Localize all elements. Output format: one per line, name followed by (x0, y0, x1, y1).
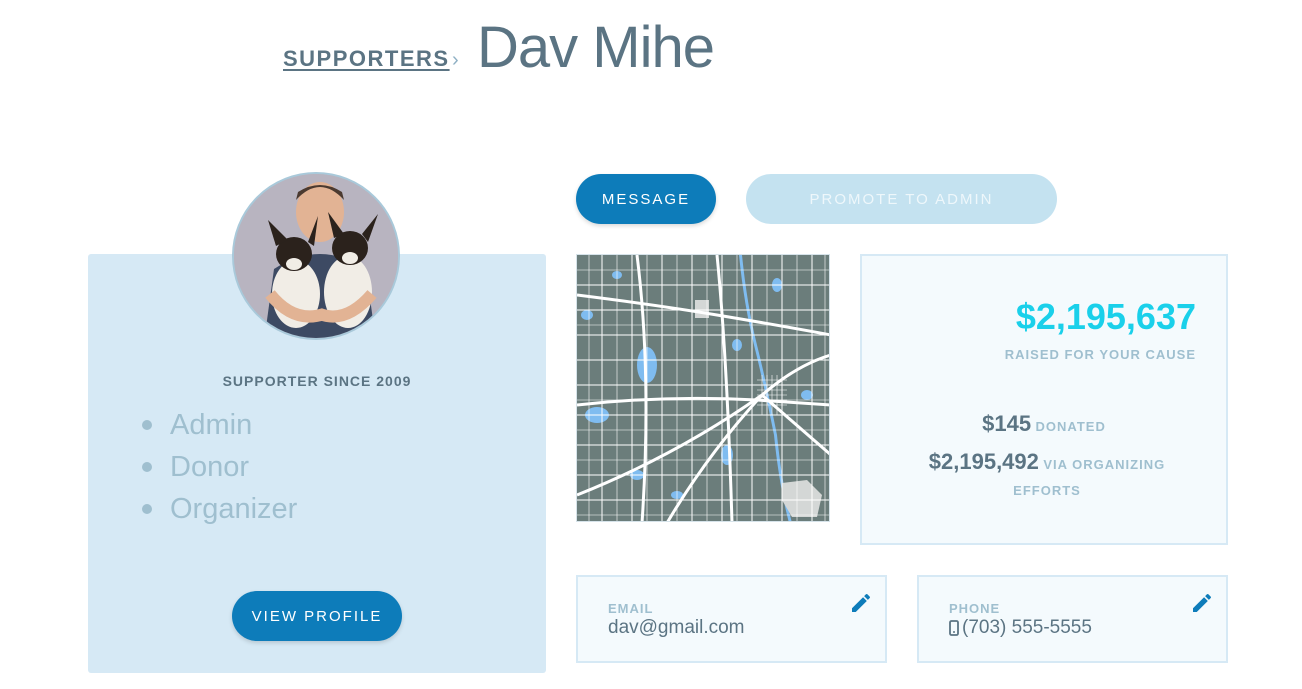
organizing-row: $2,195,492 VIA ORGANIZING EFFORTS (902, 449, 1192, 504)
phone-card: PHONE (703) 555-5555 (917, 575, 1228, 663)
raised-label: RAISED FOR YOUR CAUSE (1004, 347, 1196, 362)
donated-label: DONATED (1035, 419, 1106, 434)
phone-value-row: (703) 555-5555 (949, 617, 1092, 639)
email-value: dav@gmail.com (608, 617, 745, 638)
message-button[interactable]: MESSAGE (576, 174, 716, 224)
phone-value: (703) 555-5555 (962, 617, 1092, 638)
raised-value: $2,195,637 (1015, 296, 1196, 337)
bullet (142, 420, 152, 430)
location-map[interactable] (576, 254, 830, 522)
mobile-phone-icon (949, 620, 959, 636)
role-item: Organizer (142, 488, 297, 530)
supporter-since: SUPPORTER SINCE 2009 (222, 373, 412, 389)
roles-list: Admin Donor Organizer (142, 404, 297, 530)
role-label: Organizer (170, 492, 298, 525)
bullet (142, 504, 152, 514)
pencil-icon[interactable] (849, 591, 873, 615)
avatar (232, 172, 400, 340)
breadcrumb-supporters-link[interactable]: SUPPORTERS (283, 46, 450, 72)
donated-value: $145 (982, 411, 1032, 436)
role-label: Donor (170, 450, 249, 483)
role-item: Donor (142, 446, 297, 488)
role-item: Admin (142, 404, 297, 446)
promote-to-admin-button[interactable]: PROMOTE TO ADMIN (746, 174, 1057, 224)
view-profile-button[interactable]: VIEW PROFILE (232, 591, 402, 641)
chevron-right-icon: › (452, 49, 459, 71)
page-title: Dav Mihe (477, 15, 715, 80)
donated-row: $145 DONATED (862, 411, 1226, 437)
organizing-value: $2,195,492 (928, 449, 1039, 474)
role-label: Admin (170, 408, 253, 441)
stats-card: $2,195,637 RAISED FOR YOUR CAUSE $145 DO… (860, 254, 1228, 545)
pencil-icon[interactable] (1190, 591, 1214, 615)
email-label: EMAIL (608, 601, 654, 616)
phone-label: PHONE (949, 601, 1001, 616)
email-card: EMAIL dav@gmail.com (576, 575, 887, 663)
bullet (142, 462, 152, 472)
